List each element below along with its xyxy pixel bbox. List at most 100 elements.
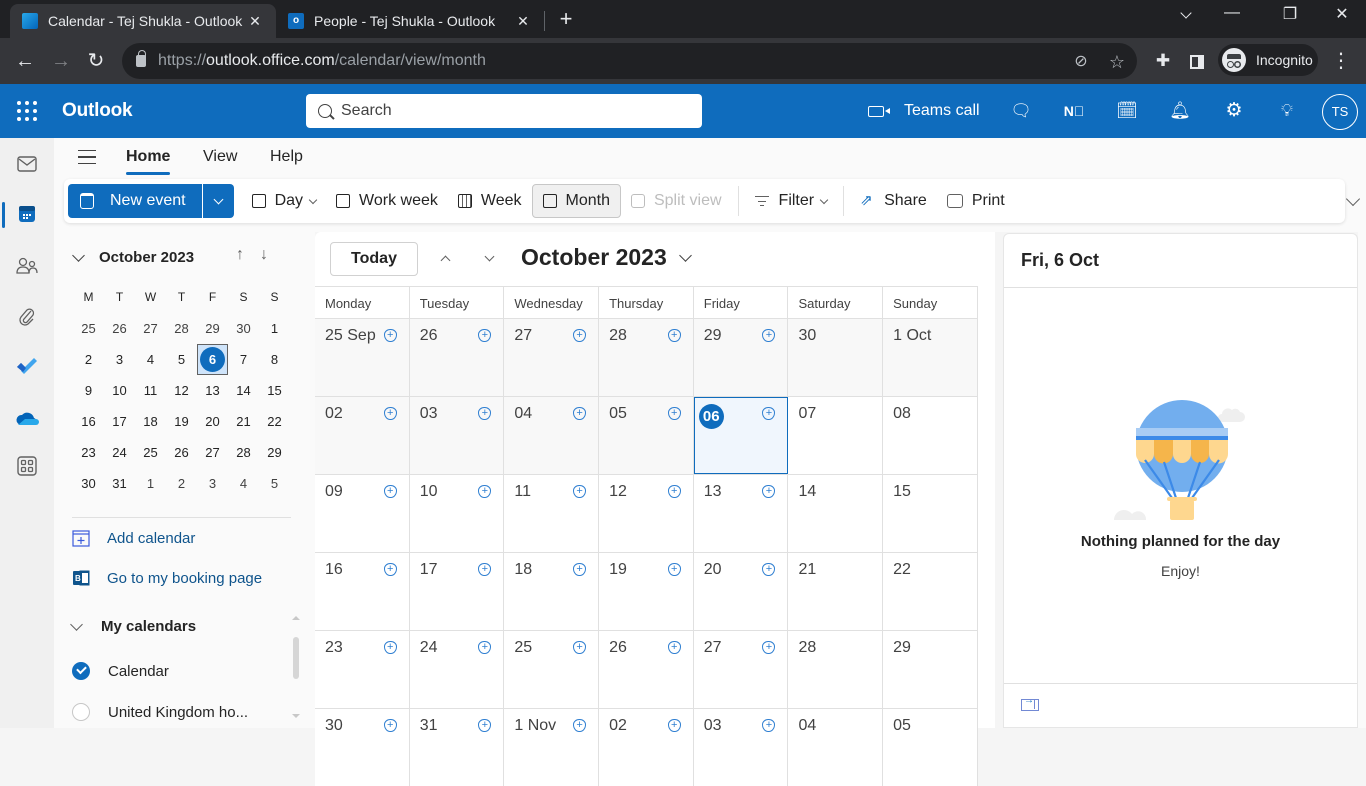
add-event-icon[interactable]: + bbox=[762, 563, 776, 576]
mini-calendar-day[interactable]: 11 bbox=[135, 375, 166, 406]
mini-calendar-day[interactable]: 26 bbox=[104, 313, 135, 344]
add-event-icon[interactable]: + bbox=[667, 329, 681, 342]
day-cell[interactable]: 14 bbox=[788, 475, 884, 552]
day-cell[interactable]: 10 + bbox=[409, 475, 505, 552]
add-event-icon[interactable]: + bbox=[478, 485, 492, 498]
add-event-icon[interactable]: + bbox=[383, 329, 397, 342]
add-event-icon[interactable]: + bbox=[383, 641, 397, 654]
address-bar[interactable]: https://outlook.office.com/calendar/view… bbox=[122, 43, 1137, 79]
collapse-mini-calendar-chevron-icon[interactable] bbox=[72, 248, 85, 262]
mini-calendar-day[interactable]: 13 bbox=[197, 375, 228, 406]
next-month-button[interactable] bbox=[479, 248, 499, 268]
new-event-button[interactable]: New event bbox=[68, 184, 203, 218]
add-event-icon[interactable]: + bbox=[762, 329, 776, 342]
mini-calendar-title[interactable]: October 2023 bbox=[99, 249, 194, 266]
rail-mail[interactable] bbox=[0, 144, 54, 184]
calendar-item[interactable]: United Kingdom ho... bbox=[72, 703, 248, 721]
month-view-button[interactable]: Month bbox=[531, 184, 621, 218]
day-cell[interactable]: 27 + bbox=[693, 631, 789, 708]
new-tab-button[interactable]: + bbox=[554, 6, 578, 32]
mini-calendar-day[interactable]: 5 bbox=[259, 468, 290, 499]
mini-calendar-day[interactable]: 26 bbox=[166, 437, 197, 468]
day-cell[interactable]: 25 + bbox=[504, 631, 600, 708]
tab-home[interactable]: Home bbox=[126, 148, 171, 175]
print-button[interactable]: Print bbox=[937, 184, 1015, 218]
mini-calendar-selected-day[interactable]: 6 bbox=[197, 344, 228, 375]
day-cell[interactable]: 21 bbox=[788, 553, 884, 630]
add-calendar-link[interactable]: Add calendar bbox=[72, 526, 195, 550]
day-cell[interactable]: 24 + bbox=[409, 631, 505, 708]
onenote-icon[interactable]: N⃞ bbox=[1062, 99, 1086, 123]
app-launcher-icon[interactable] bbox=[17, 101, 37, 121]
day-cell[interactable]: 08 bbox=[883, 397, 978, 474]
day-cell[interactable]: 11 + bbox=[504, 475, 600, 552]
mini-calendar-day[interactable]: 25 bbox=[135, 437, 166, 468]
mini-calendar-day[interactable]: 3 bbox=[197, 468, 228, 499]
tips-lightbulb-icon[interactable]: 💡︎ bbox=[1275, 99, 1299, 123]
rail-more-apps[interactable] bbox=[0, 446, 54, 486]
day-cell[interactable]: 09 + bbox=[315, 475, 410, 552]
add-event-icon[interactable]: + bbox=[667, 563, 681, 576]
incognito-profile-button[interactable]: Incognito bbox=[1218, 44, 1318, 76]
mini-calendar-day[interactable]: 2 bbox=[73, 344, 104, 375]
day-cell[interactable]: 22 bbox=[883, 553, 978, 630]
mini-calendar-day[interactable]: 19 bbox=[166, 406, 197, 437]
tab-people[interactable]: o People - Tej Shukla - Outlook ✕ bbox=[276, 4, 544, 38]
my-calendars-group[interactable]: My calendars bbox=[70, 618, 196, 635]
rail-calendar[interactable] bbox=[0, 194, 54, 234]
mini-calendar-day[interactable]: 30 bbox=[73, 468, 104, 499]
previous-month-button[interactable] bbox=[435, 248, 455, 268]
unchecked-circle-icon[interactable] bbox=[72, 703, 90, 721]
scroll-up-arrow-icon[interactable] bbox=[292, 612, 300, 620]
add-event-icon[interactable]: + bbox=[573, 407, 587, 420]
mini-calendar-day[interactable]: 20 bbox=[197, 406, 228, 437]
today-button[interactable]: Today bbox=[330, 242, 418, 276]
checked-circle-icon[interactable] bbox=[72, 662, 90, 680]
calendar-item[interactable]: Calendar bbox=[72, 662, 169, 680]
split-view-button[interactable]: Split view bbox=[621, 184, 732, 218]
mini-calendar-day[interactable]: 1 bbox=[135, 468, 166, 499]
add-event-icon[interactable]: + bbox=[478, 329, 492, 342]
tab-calendar[interactable]: Calendar - Tej Shukla - Outlook ✕ bbox=[10, 4, 276, 38]
day-cell[interactable]: 04 + bbox=[504, 397, 600, 474]
day-cell[interactable]: 23 + bbox=[315, 631, 410, 708]
day-cell[interactable]: 18 + bbox=[504, 553, 600, 630]
day-cell[interactable]: 03 + bbox=[409, 397, 505, 474]
settings-gear-icon[interactable]: ⚙ bbox=[1222, 99, 1246, 123]
add-event-icon[interactable]: + bbox=[667, 485, 681, 498]
share-button[interactable]: ⇗ Share bbox=[850, 184, 937, 218]
work-week-view-button[interactable]: Work week bbox=[326, 184, 448, 218]
mini-calendar-day[interactable]: 27 bbox=[135, 313, 166, 344]
close-tab-icon[interactable]: ✕ bbox=[246, 13, 264, 30]
day-cell-today[interactable]: 06 + bbox=[693, 397, 789, 474]
chevron-down-icon[interactable] bbox=[308, 195, 318, 204]
day-cell[interactable]: 20 + bbox=[693, 553, 789, 630]
left-pane-scrollbar[interactable] bbox=[290, 609, 302, 728]
day-cell[interactable]: 27 + bbox=[504, 319, 600, 396]
day-cell[interactable]: 15 bbox=[883, 475, 978, 552]
add-event-icon[interactable]: + bbox=[573, 563, 587, 576]
mini-calendar-day[interactable]: 2 bbox=[166, 468, 197, 499]
rail-onedrive[interactable] bbox=[0, 398, 54, 438]
add-event-icon[interactable]: + bbox=[573, 641, 587, 654]
add-event-icon[interactable]: + bbox=[667, 407, 681, 420]
day-cell[interactable]: 30 bbox=[788, 319, 884, 396]
add-event-icon[interactable]: + bbox=[383, 485, 397, 498]
mini-calendar-day[interactable]: 22 bbox=[259, 406, 290, 437]
add-event-icon[interactable]: + bbox=[762, 641, 776, 654]
expand-pane-icon[interactable] bbox=[1021, 695, 1039, 711]
day-cell[interactable]: 02 + bbox=[599, 709, 694, 786]
mini-calendar-day[interactable]: 17 bbox=[104, 406, 135, 437]
scrollbar-thumb[interactable] bbox=[293, 637, 299, 679]
next-month-arrow-icon[interactable]: ↓ bbox=[260, 246, 268, 264]
mini-calendar-day[interactable]: 29 bbox=[259, 437, 290, 468]
new-event-dropdown[interactable] bbox=[203, 184, 234, 218]
search-box[interactable] bbox=[306, 94, 702, 128]
mini-calendar-day[interactable]: 3 bbox=[104, 344, 135, 375]
mini-calendar-day[interactable]: 18 bbox=[135, 406, 166, 437]
browser-menu-icon[interactable]: ⋮ bbox=[1328, 48, 1354, 74]
chat-icon[interactable]: 🗨 bbox=[1009, 99, 1033, 123]
mini-calendar-day[interactable]: 23 bbox=[73, 437, 104, 468]
mini-calendar-day[interactable]: 14 bbox=[228, 375, 259, 406]
back-icon[interactable]: ← bbox=[12, 48, 38, 74]
